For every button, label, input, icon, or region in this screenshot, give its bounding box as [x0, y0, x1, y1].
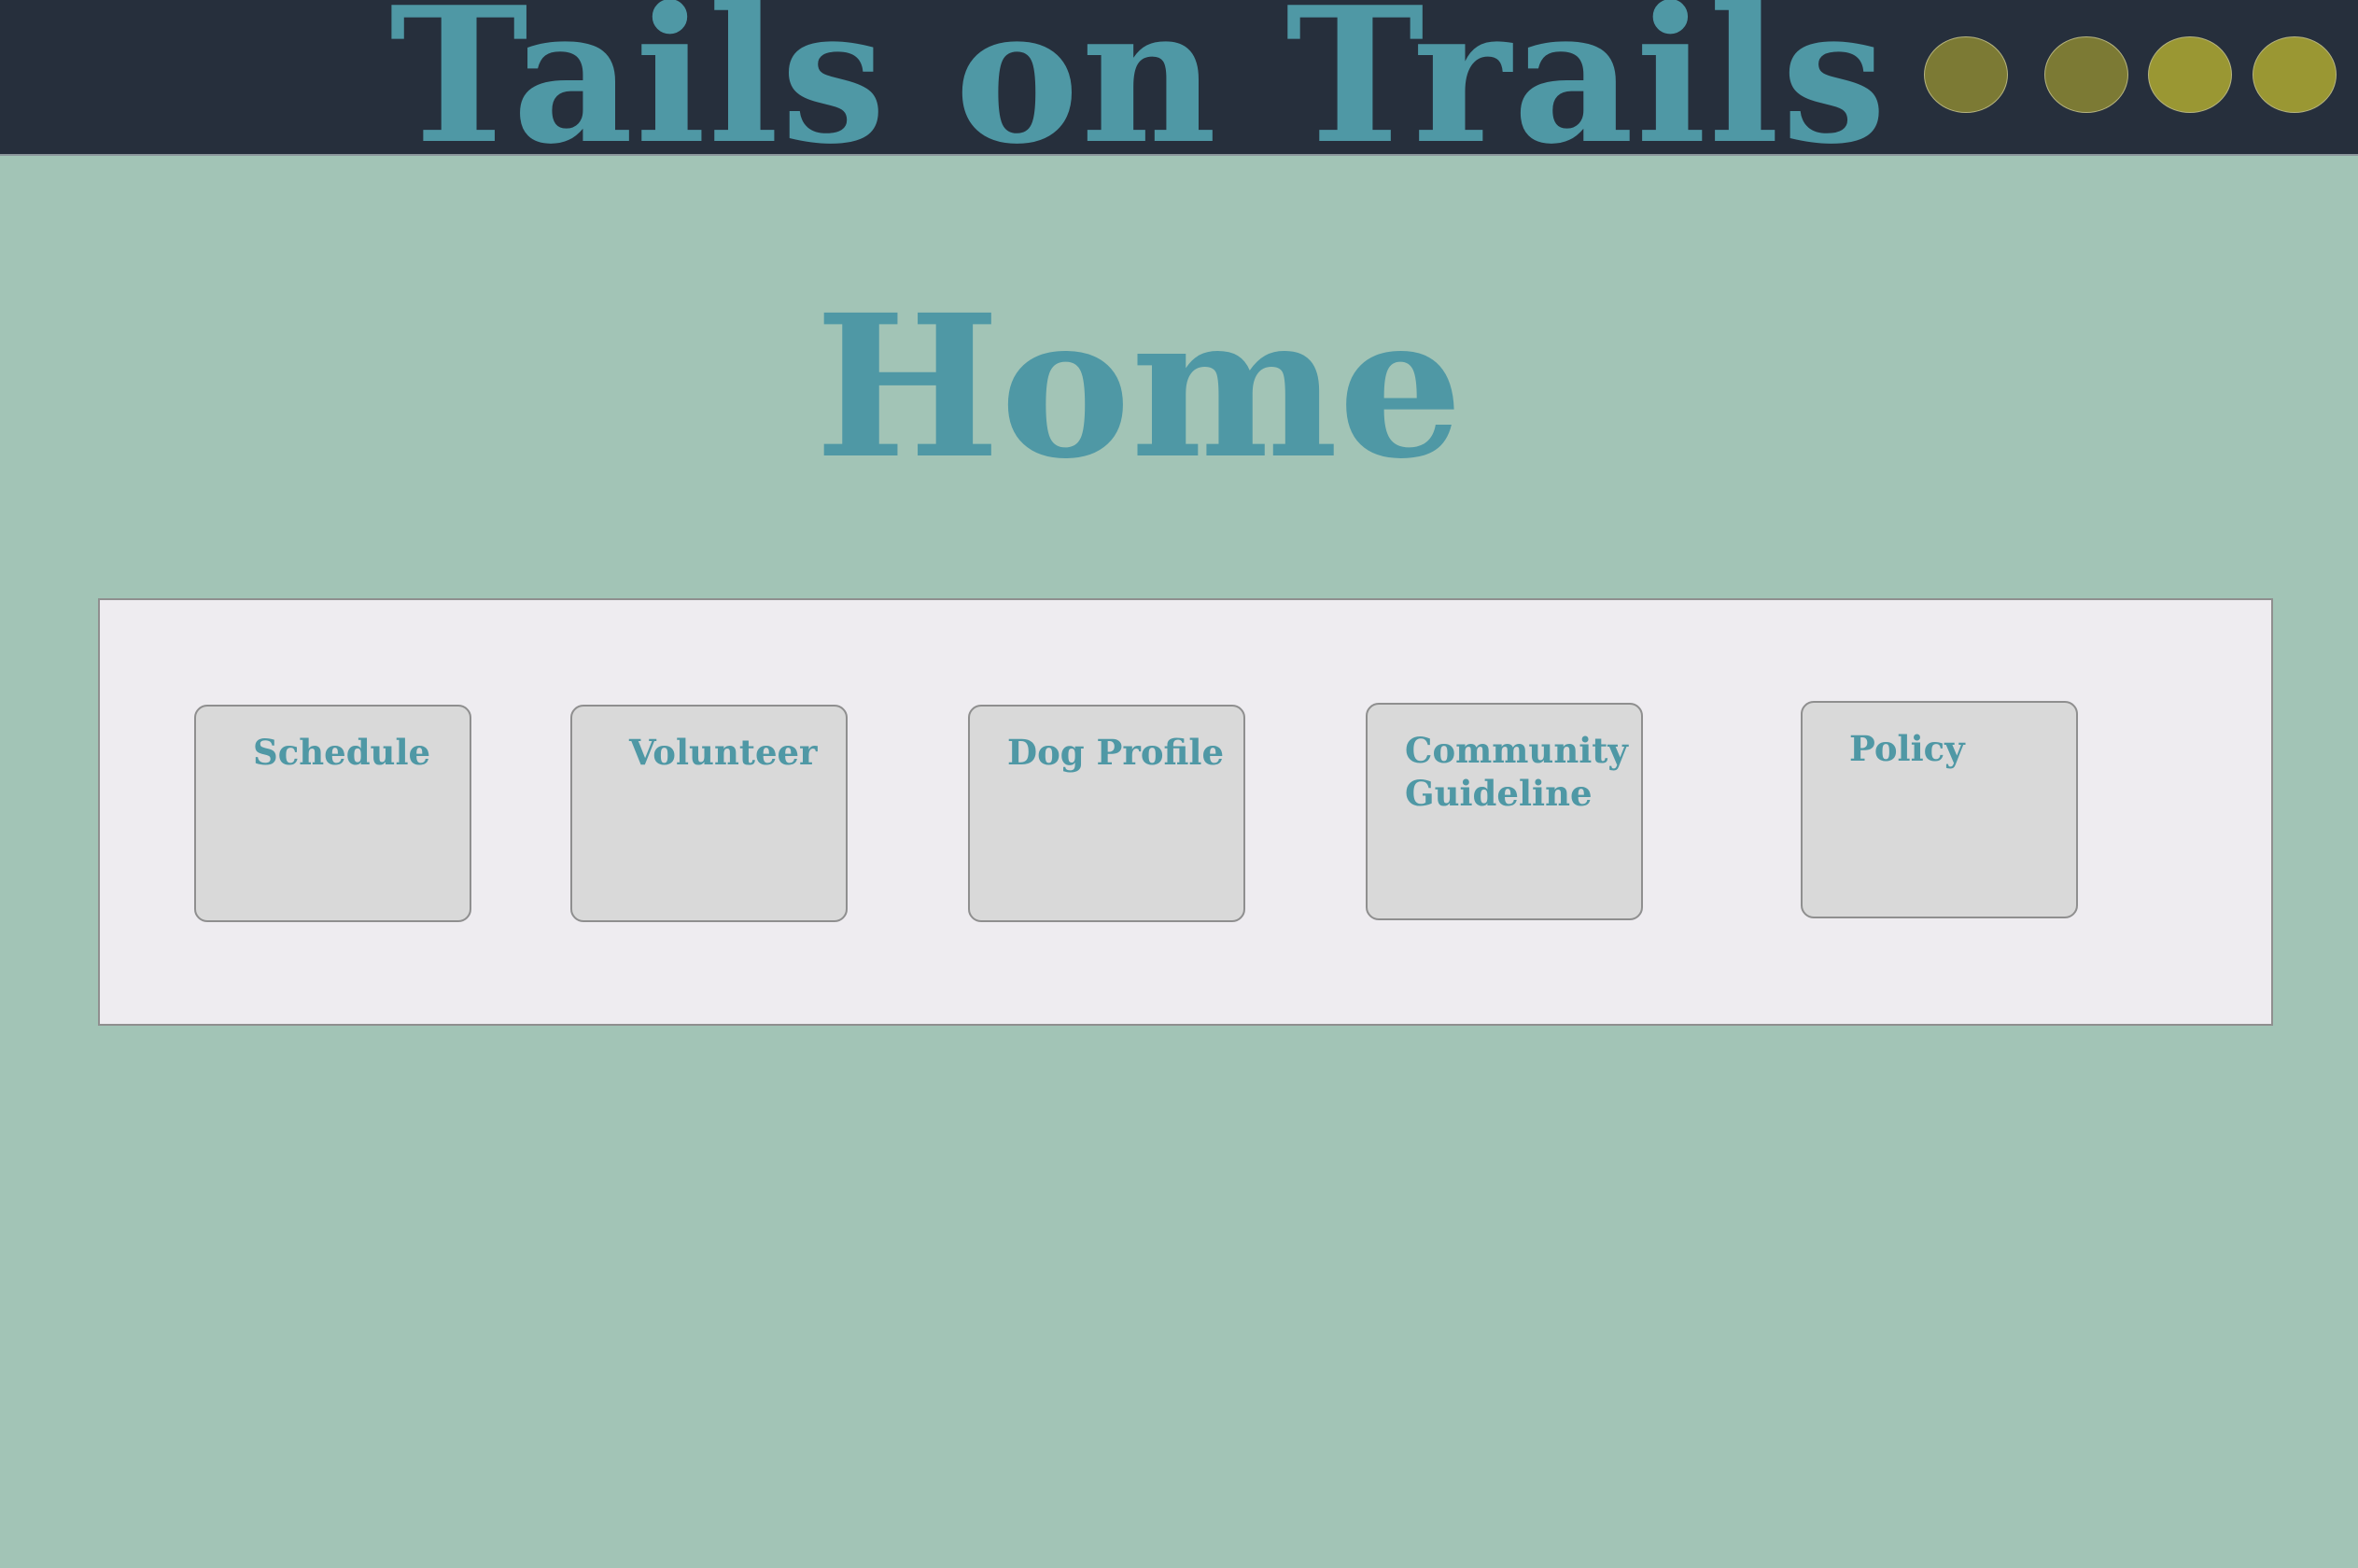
community-guideline-label: Community Guideline — [1405, 730, 1628, 814]
window-dot-1[interactable] — [1924, 36, 2008, 113]
schedule-button[interactable]: Schedule — [194, 705, 471, 922]
dog-profile-button[interactable]: Dog Profile — [968, 705, 1245, 922]
header-bar: Tails on Trails — [0, 0, 2358, 156]
volunteer-button[interactable]: Volunteer — [570, 705, 848, 922]
policy-label: Policy — [1849, 728, 1965, 769]
window-dot-3[interactable] — [2148, 36, 2232, 113]
dog-profile-label: Dog Profile — [1007, 732, 1225, 773]
page-title: Home — [814, 272, 1464, 502]
window-dot-4[interactable] — [2253, 36, 2337, 113]
volunteer-label: Volunteer — [629, 732, 818, 773]
policy-button[interactable]: Policy — [1801, 701, 2078, 918]
community-guideline-button[interactable]: Community Guideline — [1366, 703, 1643, 920]
nav-panel: Schedule Volunteer Dog Profile Community… — [98, 598, 2273, 1026]
window-dot-2[interactable] — [2044, 36, 2128, 113]
schedule-label: Schedule — [253, 732, 431, 773]
